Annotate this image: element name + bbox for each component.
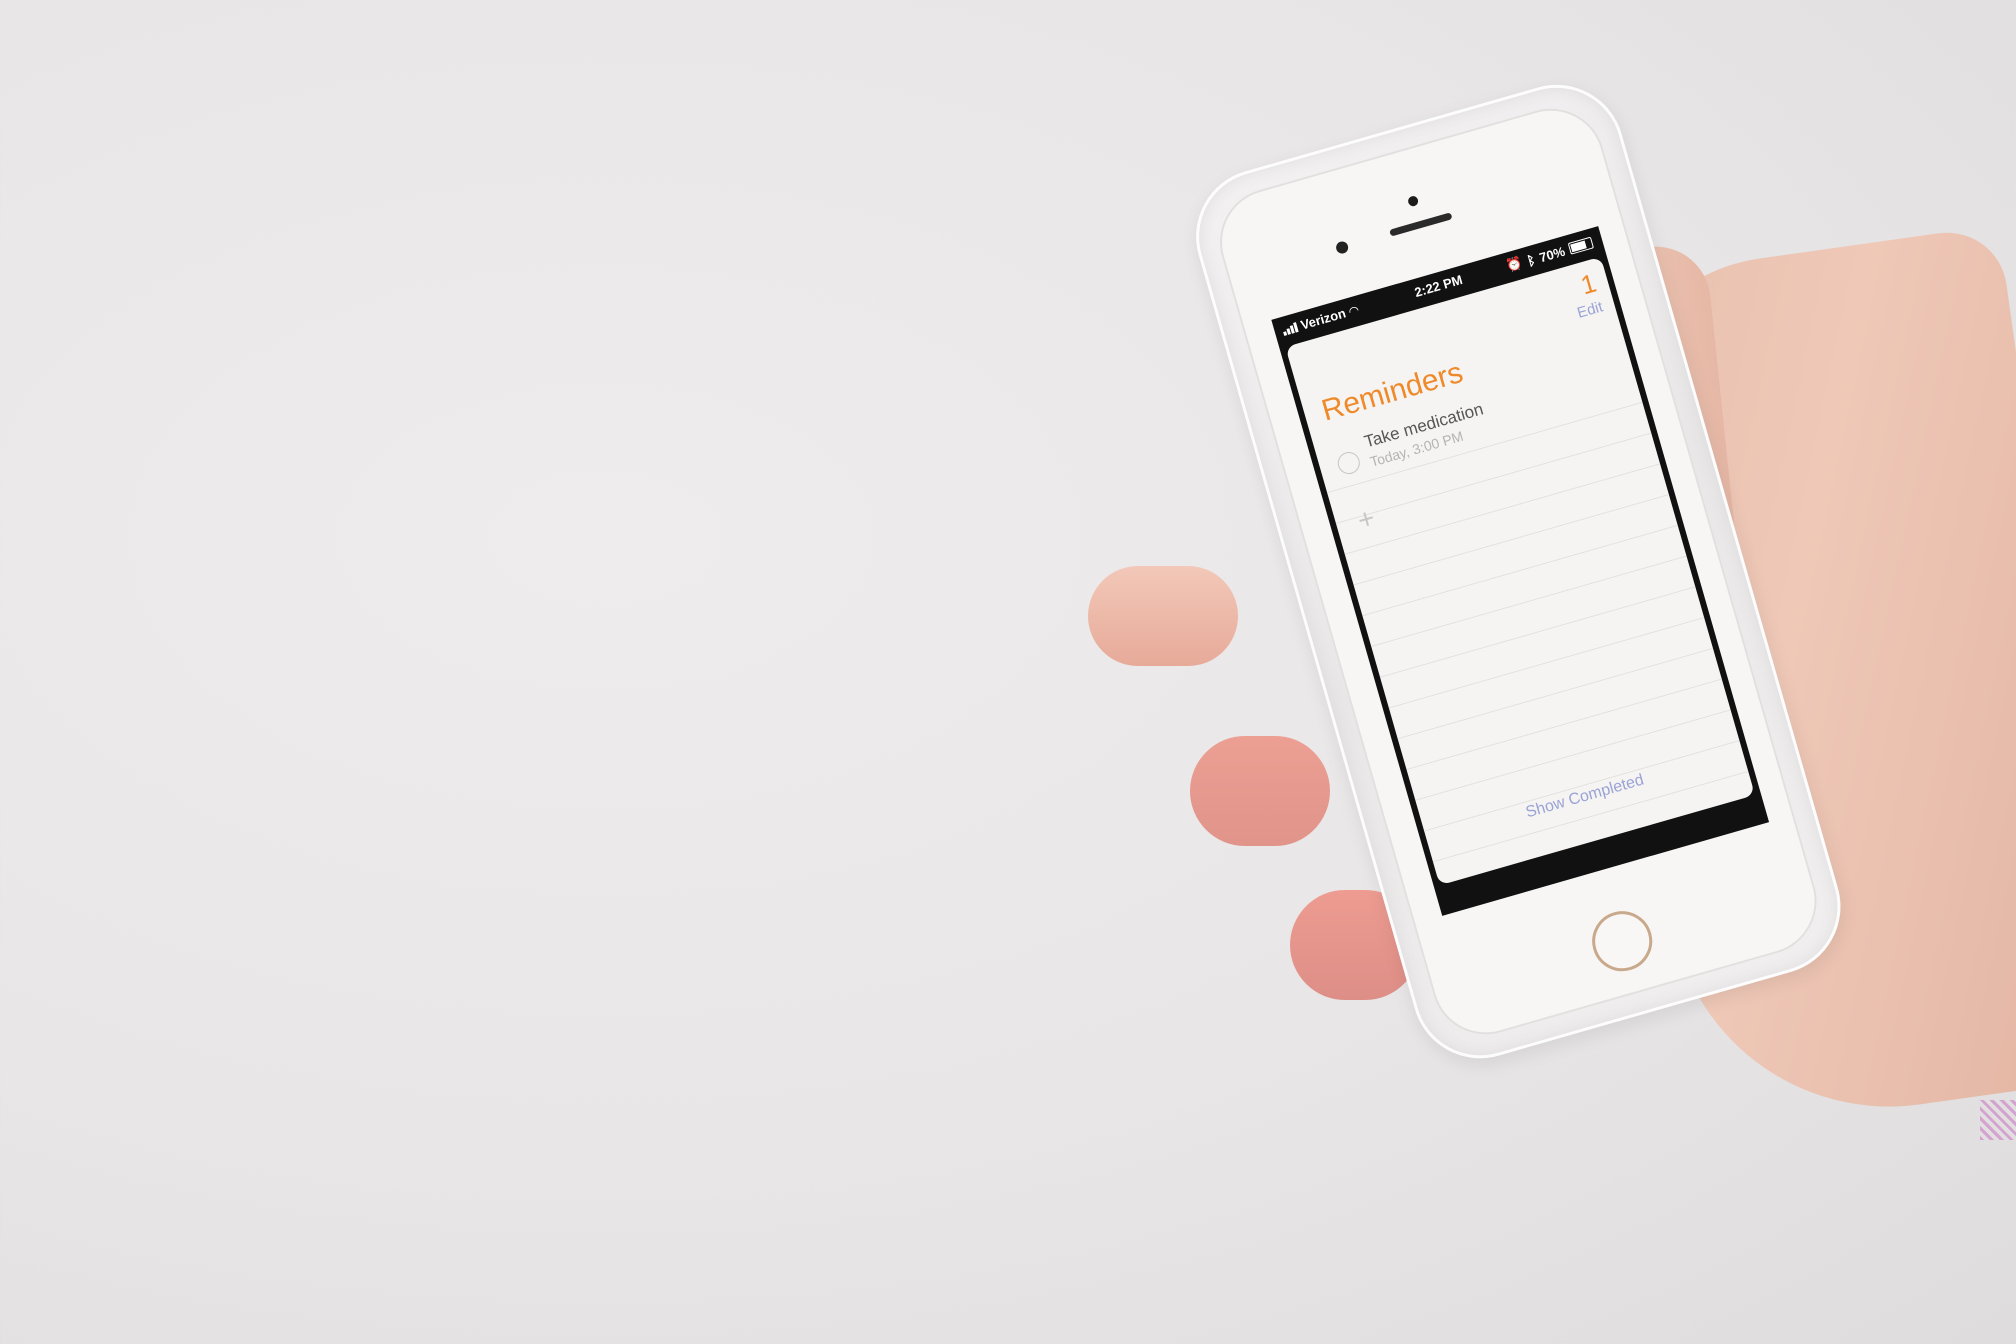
front-camera-icon [1406,194,1420,208]
edit-button[interactable]: Edit [1575,298,1605,321]
reminders-app: 1 Edit Reminders Take medication Today, … [1285,256,1756,886]
phone-body: Verizon ◠ 2:22 PM ⏰ ᛒ 70% 1 Edit Reminde… [1207,95,1830,1048]
checkbox-circle-icon[interactable] [1335,449,1363,477]
bluetooth-icon: ᛒ [1525,251,1537,269]
photo-background: Verizon ◠ 2:22 PM ⏰ ᛒ 70% 1 Edit Reminde… [0,0,2016,1344]
alarm-icon: ⏰ [1504,254,1525,274]
battery-icon [1567,236,1595,255]
thread-decoration [1980,1100,2016,1140]
home-button[interactable] [1585,904,1660,979]
phone-case: Verizon ◠ 2:22 PM ⏰ ᛒ 70% 1 Edit Reminde… [1180,68,1857,1075]
proximity-sensor-icon [1334,240,1350,255]
hand-finger-middle [1190,736,1330,846]
reminder-count: 1 [1577,267,1600,301]
earpiece-speaker [1389,212,1453,237]
battery-percent: 70% [1537,243,1567,265]
phone-screen: Verizon ◠ 2:22 PM ⏰ ᛒ 70% 1 Edit Reminde… [1271,226,1770,916]
hand-finger-index [1088,566,1238,666]
